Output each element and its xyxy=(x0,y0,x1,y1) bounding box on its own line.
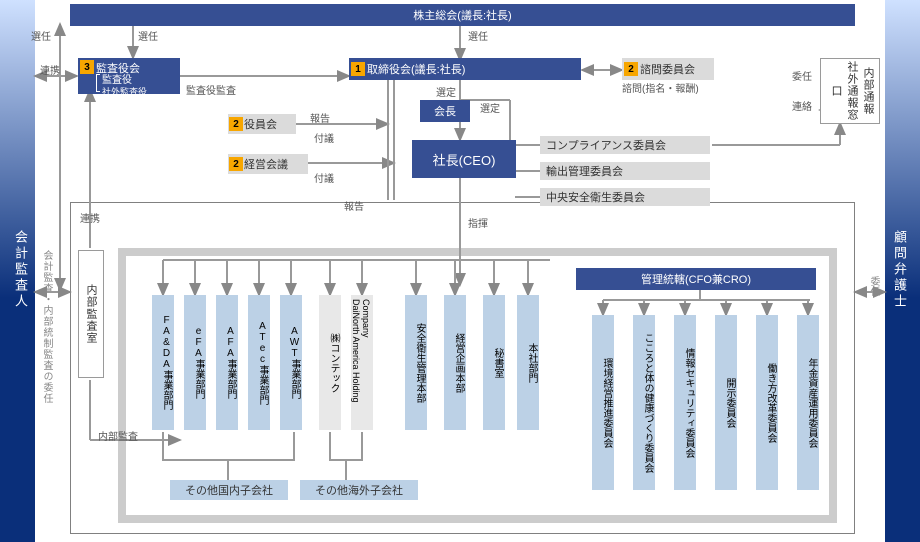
audit-inner-2: 社外監査役 xyxy=(102,87,147,96)
coop-label-2: 連携 xyxy=(80,210,100,225)
cro-4: 働き方改革委員会 xyxy=(756,315,778,490)
domestic-subs: その他国内子会社 xyxy=(170,480,288,500)
consult-label: 諮問(指名・報酬) xyxy=(622,84,699,96)
delegate-right-label: 委任 xyxy=(866,276,881,296)
tag-2c: 2 xyxy=(229,157,243,171)
tag-3: 3 xyxy=(80,60,94,74)
delegate-label: 委任 xyxy=(792,68,812,83)
dept-10: 本社部門 xyxy=(517,295,539,430)
shareholders-box: 株主総会(議長:社長) xyxy=(70,4,855,26)
dept-8: 経営企画本部 xyxy=(444,295,466,430)
officers-title: 役員会 xyxy=(244,116,277,132)
internal-audit-office: 内部監査室 xyxy=(78,250,104,378)
legal-advisor-label: 顧問弁護士 xyxy=(890,230,909,310)
report-label-1: 報告 xyxy=(310,110,330,125)
tag-2a: 2 xyxy=(624,62,638,76)
dept-6: DaiNorth America Holding Company xyxy=(351,295,373,430)
admin-box: 管理統轄(CFO兼CRO) xyxy=(576,268,816,290)
cro-2: 情報セキュリティ委員会 xyxy=(674,315,696,490)
dept-9: 秘書室 xyxy=(483,295,505,430)
audit-scope-label: 会計監査・内部統制監査の委任 xyxy=(39,250,54,404)
whistle-box: 社外通報窓口 内部通報 xyxy=(820,58,880,124)
audit-label: 監査役監査 xyxy=(186,82,236,97)
dept-7: 安全衛生管理本部 xyxy=(405,295,427,430)
chairman-box: 会長 xyxy=(420,100,470,122)
export-committee: 輸出管理委員会 xyxy=(540,162,710,180)
tag-2b: 2 xyxy=(229,117,243,131)
audit-committee-box: 3 監査役会 監査役 社外監査役 xyxy=(78,58,180,94)
ceo-box: 社長(CEO) xyxy=(412,140,516,178)
overseas-subs: その他海外子会社 xyxy=(300,480,418,500)
mgmt-meeting-title: 経営会議 xyxy=(244,156,288,172)
internal-report-title: 内部通報 xyxy=(860,67,876,115)
compliance-committee: コンプライアンス委員会 xyxy=(540,136,710,154)
appoint-lbl-3: 選任 xyxy=(468,28,488,43)
cro-1: こころと体の健康づくり委員会 xyxy=(633,315,655,490)
command-label: 指揮 xyxy=(468,215,488,230)
refer-label-2: 付議 xyxy=(314,170,334,185)
whistle-title: 社外通報窓口 xyxy=(828,59,860,123)
dept-5: ㈱コンテック xyxy=(319,295,341,430)
safety-committee: 中央安全衛生委員会 xyxy=(540,188,710,206)
cro-3: 開示委員会 xyxy=(715,315,737,490)
select-label-2: 選定 xyxy=(480,100,500,115)
dept-0: FA&DA事業部門 xyxy=(152,295,174,430)
accounting-auditor-label: 会計監査人 xyxy=(11,230,30,310)
cro-5: 年金資産運用委員会 xyxy=(797,315,819,490)
report-label-2: 報告 xyxy=(344,198,364,213)
cro-0: 環境経営推進委員会 xyxy=(592,315,614,490)
advisory-title: 諮問委員会 xyxy=(640,61,695,77)
select-label-1: 選定 xyxy=(436,84,456,99)
board-title: 取締役会(議長:社長) xyxy=(367,61,465,77)
dept-4: AWT事業部門 xyxy=(280,295,302,430)
internal-audit-label: 内部監査 xyxy=(98,428,138,443)
board-box: 1 取締役会(議長:社長) xyxy=(349,58,581,80)
dept-1: eFA事業部門 xyxy=(184,295,206,430)
appoint-lbl-1: 選任 xyxy=(31,28,51,43)
contact-label: 連絡 xyxy=(792,98,812,113)
dept-2: AFA事業部門 xyxy=(216,295,238,430)
tag-1: 1 xyxy=(351,62,365,76)
officers-box: 2 役員会 xyxy=(228,114,296,134)
dept-3: ATec事業部門 xyxy=(248,295,270,430)
advisory-box: 2 諮問委員会 xyxy=(622,58,714,80)
mgmt-meeting-box: 2 経営会議 xyxy=(228,154,308,174)
appoint-lbl-2: 選任 xyxy=(138,28,158,43)
coop-label: 連携 xyxy=(40,62,60,77)
refer-label-1: 付議 xyxy=(314,130,334,145)
